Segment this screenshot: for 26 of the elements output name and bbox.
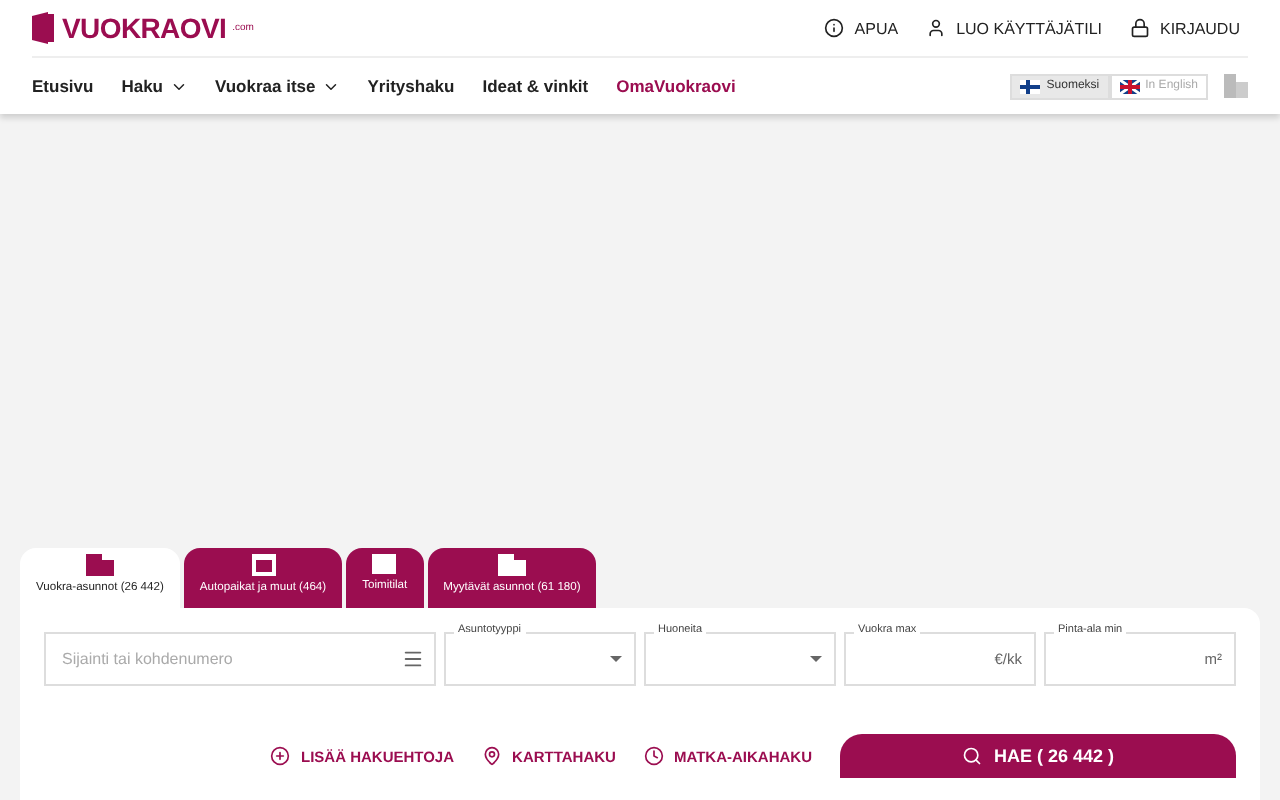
nav-link[interactable]: Etusivu bbox=[32, 76, 94, 96]
search-button[interactable]: HAE ( 26 442 ) bbox=[840, 734, 1236, 778]
logo-text: VUOKRAOVI bbox=[62, 12, 227, 44]
header-link[interactable]: KIRJAUDU bbox=[1129, 18, 1240, 38]
header-link[interactable]: LUO KÄYTTÄJÄTILI bbox=[926, 18, 1102, 38]
logo-door-icon bbox=[32, 12, 56, 44]
nav-link[interactable]: Ideat & vinkit bbox=[482, 76, 589, 96]
nav-link[interactable]: Vuokraa itse bbox=[215, 76, 340, 96]
location-field[interactable]: Sijainti tai kohdenumero bbox=[44, 632, 436, 686]
user-icon bbox=[926, 18, 947, 38]
buildings-icon bbox=[1224, 74, 1248, 98]
finland-flag-icon bbox=[1020, 79, 1041, 93]
info-icon bbox=[824, 18, 845, 38]
pin-icon bbox=[482, 746, 503, 766]
uk-flag-icon bbox=[1119, 79, 1140, 93]
plus-icon bbox=[270, 746, 291, 766]
lock-icon bbox=[1129, 18, 1150, 38]
nav-link[interactable]: Yrityshaku bbox=[367, 76, 455, 96]
menu-icon bbox=[402, 648, 424, 670]
nav-link[interactable]: OmaVuokraovi bbox=[616, 76, 736, 96]
search-icon bbox=[961, 746, 982, 766]
dropdown-caret-icon bbox=[610, 656, 622, 662]
dropdown-caret-icon bbox=[810, 656, 822, 662]
nav-link[interactable]: Haku bbox=[121, 76, 187, 96]
clock-icon bbox=[643, 746, 664, 766]
header-link[interactable]: APUA bbox=[824, 18, 899, 38]
